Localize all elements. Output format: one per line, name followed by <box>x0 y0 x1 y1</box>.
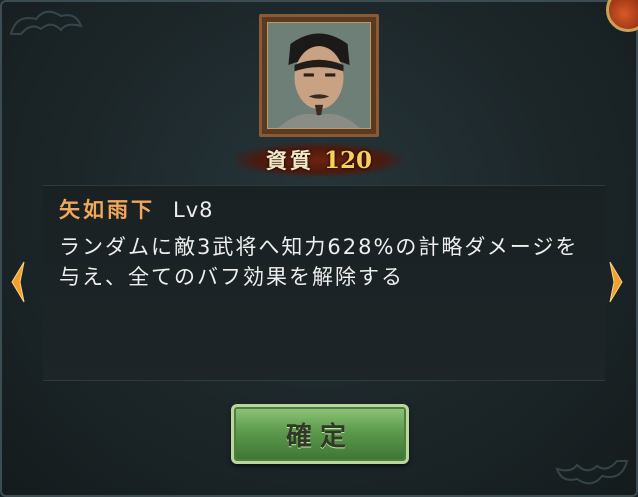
skill-dialog: 資質 120 矢如雨下 Lv8 ランダムに敵3武将へ知力628%の計略ダメージを… <box>0 0 638 497</box>
cloud-ornament-icon <box>555 460 629 485</box>
confirm-label: 確定 <box>285 421 354 452</box>
aptitude-label: 資質 <box>265 148 314 173</box>
close-badge-icon[interactable] <box>606 0 638 32</box>
general-face-icon <box>268 23 370 128</box>
general-portrait <box>259 14 379 137</box>
skill-header: 矢如雨下 Lv8 <box>59 194 214 224</box>
aptitude-value: 120 <box>323 146 372 174</box>
confirm-button[interactable]: 確定 <box>231 404 409 464</box>
aptitude-badge: 資質 120 <box>234 143 404 177</box>
skill-level: Lv8 <box>173 198 214 222</box>
chevron-right-icon[interactable] <box>608 260 624 304</box>
chevron-left-icon[interactable] <box>10 260 26 304</box>
portrait-image <box>267 22 371 129</box>
skill-name: 矢如雨下 <box>59 198 155 222</box>
skill-description: ランダムに敵3武将へ知力628%の計略ダメージを与え、全てのバフ効果を解除する <box>59 235 579 289</box>
cloud-ornament-icon <box>9 10 83 35</box>
skill-panel: 矢如雨下 Lv8 ランダムに敵3武将へ知力628%の計略ダメージを与え、全てのバ… <box>43 185 605 381</box>
